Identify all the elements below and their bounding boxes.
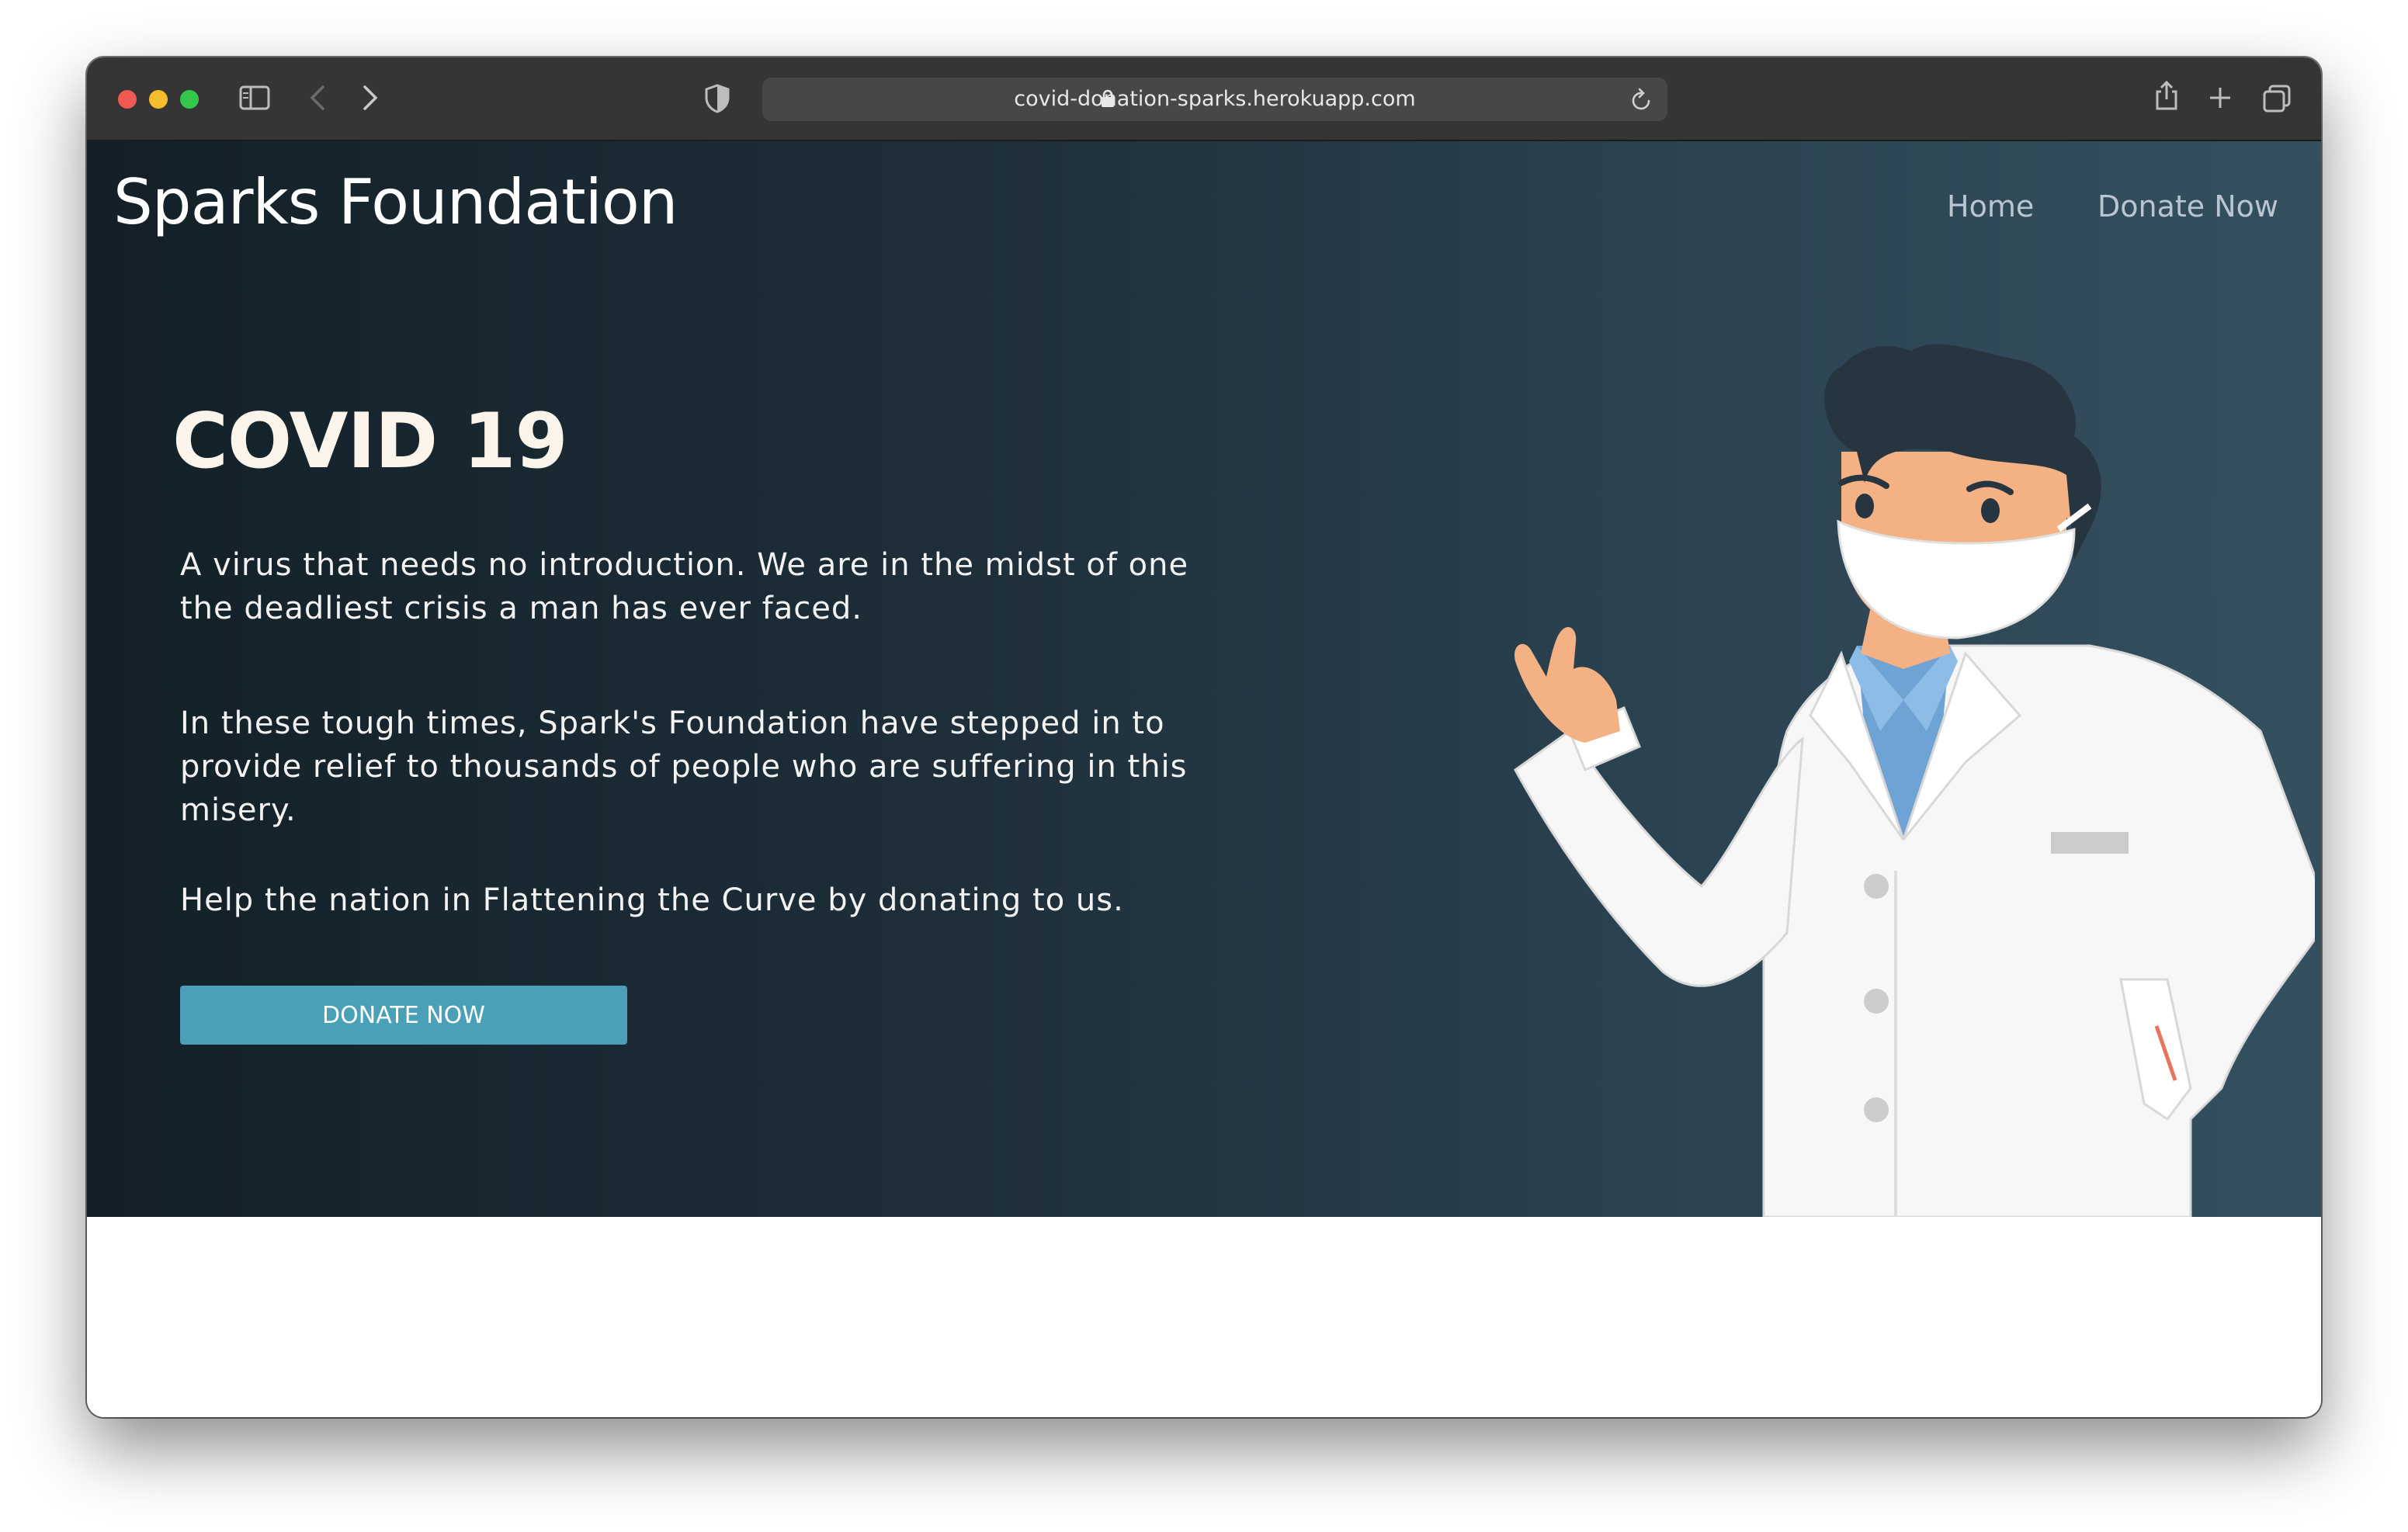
forward-icon[interactable] <box>362 84 379 112</box>
hero-paragraph-relief: In these tough times, Spark's Foundation… <box>180 705 1188 828</box>
shield-icon[interactable] <box>705 84 730 113</box>
doctor-illustration <box>1514 344 2315 1217</box>
browser-window: covid-donation-sparks.herokuapp.com Spar… <box>87 57 2321 1417</box>
zoom-window-button[interactable] <box>180 90 199 109</box>
hero-paragraph-intro: A virus that needs no introduction. We a… <box>180 547 1189 626</box>
back-icon[interactable] <box>309 84 326 112</box>
tabs-overview-icon[interactable] <box>2262 84 2292 113</box>
hero-paragraph-cta: Help the nation in Flattening the Curve … <box>180 882 1124 918</box>
minimize-window-button[interactable] <box>149 90 168 109</box>
page-below-fold <box>87 1217 2321 1417</box>
site-brand[interactable]: Sparks Foundation <box>113 166 678 238</box>
share-icon[interactable] <box>2153 79 2180 112</box>
address-bar[interactable]: covid-donation-sparks.herokuapp.com <box>762 78 1667 121</box>
nav-donate-link[interactable]: Donate Now <box>2097 189 2278 224</box>
url-text: covid-donation-sparks.herokuapp.com <box>1014 87 1416 111</box>
browser-toolbar: covid-donation-sparks.herokuapp.com <box>87 57 2321 141</box>
new-tab-icon[interactable] <box>2208 85 2233 110</box>
donate-now-button[interactable]: DONATE NOW <box>180 986 627 1045</box>
sidebar-icon[interactable] <box>239 85 270 110</box>
nav-home-link[interactable]: Home <box>1947 189 2034 224</box>
hero-headline: COVID 19 <box>172 397 568 486</box>
close-window-button[interactable] <box>118 90 137 109</box>
reload-icon[interactable] <box>1630 87 1653 112</box>
hero-section: Sparks Foundation Home Donate Now COVID … <box>87 141 2321 1217</box>
